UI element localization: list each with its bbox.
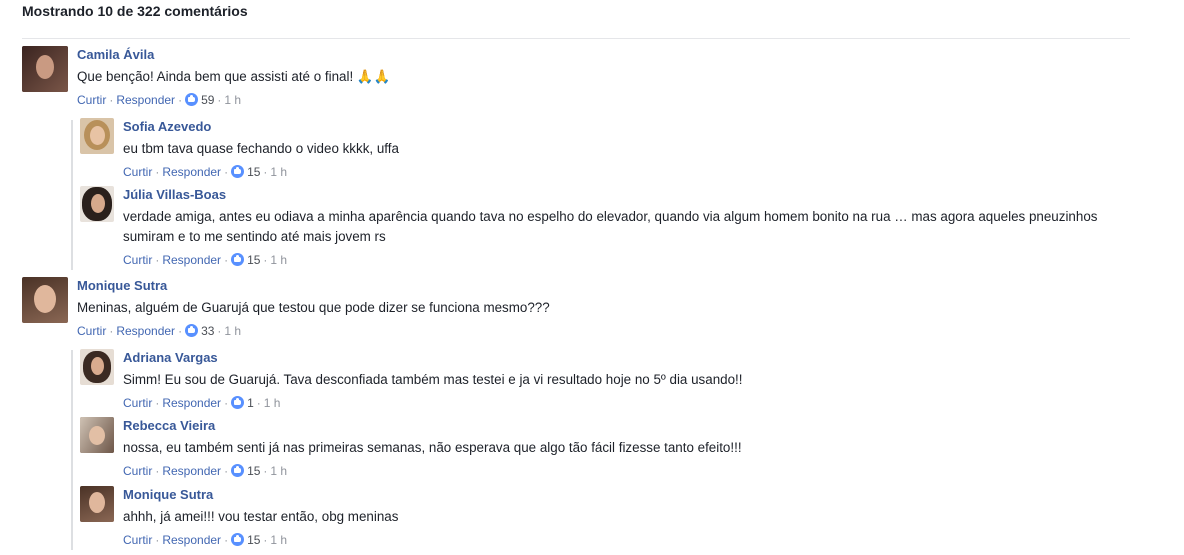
- reply-link[interactable]: Responder: [116, 93, 175, 107]
- separator: ·: [109, 324, 114, 338]
- separator: ·: [178, 324, 183, 338]
- separator: ·: [155, 464, 160, 478]
- author-name[interactable]: Júlia Villas-Boas: [123, 186, 1123, 203]
- comment-actions: Curtir · Responder · 15 · 1 h: [123, 463, 1123, 479]
- comment-text: Meninas, alguém de Guarujá que testou qu…: [77, 300, 550, 315]
- like-link[interactable]: Curtir: [123, 396, 152, 410]
- reply-link[interactable]: Responder: [162, 533, 221, 547]
- author-name[interactable]: Monique Sutra: [123, 486, 1123, 503]
- like-icon: [185, 324, 199, 337]
- avatar[interactable]: [22, 277, 68, 323]
- comment-actions: Curtir · Responder · 59 · 1 h: [77, 92, 1127, 108]
- like-icon: [231, 396, 245, 409]
- separator: ·: [155, 396, 160, 410]
- separator: ·: [155, 533, 160, 547]
- separator: ·: [109, 93, 114, 107]
- author-name[interactable]: Rebecca Vieira: [123, 417, 1123, 434]
- comment-text: verdade amiga, antes eu odiava a minha a…: [123, 209, 1098, 244]
- like-count[interactable]: 1: [247, 396, 254, 410]
- divider: [22, 38, 1130, 39]
- like-count[interactable]: 15: [247, 253, 260, 267]
- reply-link[interactable]: Responder: [162, 165, 221, 179]
- like-link[interactable]: Curtir: [123, 165, 152, 179]
- like-link[interactable]: Curtir: [77, 93, 106, 107]
- timestamp[interactable]: 1 h: [224, 93, 241, 107]
- like-link[interactable]: Curtir: [123, 253, 152, 267]
- comment-text: eu tbm tava quase fechando o video kkkk,…: [123, 141, 399, 156]
- separator: ·: [263, 533, 268, 547]
- reply-link[interactable]: Responder: [116, 324, 175, 338]
- like-icon: [231, 464, 245, 477]
- avatar[interactable]: [80, 486, 114, 522]
- separator: ·: [155, 165, 160, 179]
- timestamp[interactable]: 1 h: [270, 533, 287, 547]
- like-count[interactable]: 33: [201, 324, 214, 338]
- like-count[interactable]: 15: [247, 464, 260, 478]
- comments-header: Mostrando 10 de 322 comentários: [22, 3, 248, 19]
- like-link[interactable]: Curtir: [123, 464, 152, 478]
- timestamp[interactable]: 1 h: [270, 253, 287, 267]
- timestamp[interactable]: 1 h: [270, 464, 287, 478]
- separator: ·: [256, 396, 261, 410]
- author-name[interactable]: Adriana Vargas: [123, 349, 1123, 366]
- author-name[interactable]: Sofia Azevedo: [123, 118, 1123, 135]
- avatar[interactable]: [80, 417, 114, 453]
- separator: ·: [217, 324, 222, 338]
- like-count[interactable]: 15: [247, 533, 260, 547]
- reply-thread-line: [71, 350, 73, 550]
- reply-link[interactable]: Responder: [162, 464, 221, 478]
- like-link[interactable]: Curtir: [77, 324, 106, 338]
- avatar[interactable]: [80, 349, 114, 385]
- avatar[interactable]: [80, 186, 114, 222]
- separator: ·: [263, 253, 268, 267]
- separator: ·: [224, 396, 229, 410]
- reply-link[interactable]: Responder: [162, 253, 221, 267]
- like-link[interactable]: Curtir: [123, 533, 152, 547]
- comment-text: Que benção! Ainda bem que assisti até o …: [77, 69, 391, 84]
- like-count[interactable]: 59: [201, 93, 214, 107]
- separator: ·: [178, 93, 183, 107]
- separator: ·: [263, 464, 268, 478]
- timestamp[interactable]: 1 h: [270, 165, 287, 179]
- comment-actions: Curtir · Responder · 33 · 1 h: [77, 323, 1127, 339]
- author-name[interactable]: Camila Ávila: [77, 46, 1127, 63]
- separator: ·: [224, 253, 229, 267]
- comment-actions: Curtir · Responder · 15 · 1 h: [123, 164, 1123, 180]
- comment-actions: Curtir · Responder · 15 · 1 h: [123, 252, 1123, 268]
- comment-text: Simm! Eu sou de Guarujá. Tava desconfiad…: [123, 372, 743, 387]
- comment-actions: Curtir · Responder · 15 · 1 h: [123, 532, 1123, 548]
- separator: ·: [263, 165, 268, 179]
- timestamp[interactable]: 1 h: [224, 324, 241, 338]
- author-name[interactable]: Monique Sutra: [77, 277, 1127, 294]
- like-icon: [231, 253, 245, 266]
- like-count[interactable]: 15: [247, 165, 260, 179]
- separator: ·: [224, 533, 229, 547]
- like-icon: [185, 93, 199, 106]
- comment-text: ahhh, já amei!!! vou testar então, obg m…: [123, 509, 399, 524]
- reply-link[interactable]: Responder: [162, 396, 221, 410]
- timestamp[interactable]: 1 h: [264, 396, 281, 410]
- comment-text: nossa, eu também senti já nas primeiras …: [123, 440, 742, 455]
- separator: ·: [155, 253, 160, 267]
- separator: ·: [217, 93, 222, 107]
- avatar[interactable]: [80, 118, 114, 154]
- comment-actions: Curtir · Responder · 1 · 1 h: [123, 395, 1123, 411]
- separator: ·: [224, 165, 229, 179]
- avatar[interactable]: [22, 46, 68, 92]
- like-icon: [231, 533, 245, 546]
- reply-thread-line: [71, 120, 73, 270]
- separator: ·: [224, 464, 229, 478]
- like-icon: [231, 165, 245, 178]
